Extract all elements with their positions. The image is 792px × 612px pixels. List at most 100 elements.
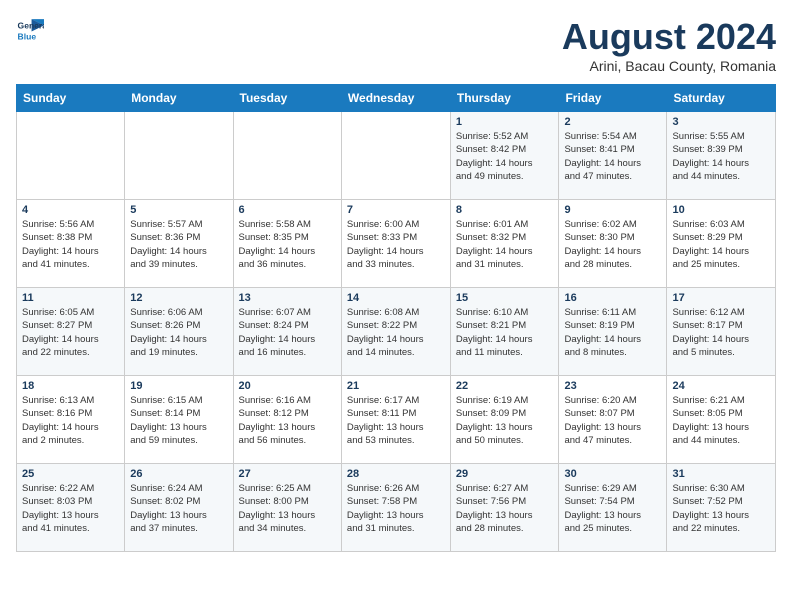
calendar-cell: 25Sunrise: 6:22 AM Sunset: 8:03 PM Dayli…	[17, 464, 125, 552]
day-info: Sunrise: 5:52 AM Sunset: 8:42 PM Dayligh…	[456, 130, 554, 183]
calendar-cell: 31Sunrise: 6:30 AM Sunset: 7:52 PM Dayli…	[667, 464, 776, 552]
week-row-3: 11 Sunrise: 6:05 AM Sunset: 8:27 PM Dayli…	[17, 288, 776, 376]
header-tuesday: Tuesday	[233, 85, 341, 112]
calendar-cell: 21 Sunrise: 6:17 AM Sunset: 8:11 PM Dayli…	[341, 376, 450, 464]
header-friday: Friday	[559, 85, 667, 112]
day-number: 8	[456, 204, 554, 216]
day-info: Sunrise: 6:08 AM Sunset: 8:22 PM Dayligh…	[347, 306, 445, 359]
day-info: Sunrise: 6:19 AM Sunset: 8:09 PM Dayligh…	[456, 394, 554, 447]
calendar-cell: 12 Sunrise: 6:06 AM Sunset: 8:26 PM Dayli…	[125, 288, 233, 376]
day-info: Sunrise: 6:06 AM Sunset: 8:26 PM Dayligh…	[130, 306, 227, 359]
calendar-cell: 1 Sunrise: 5:52 AM Sunset: 8:42 PM Daylig…	[450, 112, 559, 200]
day-number: 24	[672, 380, 770, 392]
week-row-4: 18 Sunrise: 6:13 AM Sunset: 8:16 PM Dayli…	[17, 376, 776, 464]
day-number: 17	[672, 292, 770, 304]
calendar-cell: 3Sunrise: 5:55 AM Sunset: 8:39 PM Daylig…	[667, 112, 776, 200]
calendar-cell	[341, 112, 450, 200]
day-number: 4	[22, 204, 119, 216]
svg-text:Blue: Blue	[18, 31, 37, 41]
calendar-cell: 11 Sunrise: 6:05 AM Sunset: 8:27 PM Dayli…	[17, 288, 125, 376]
day-info: Sunrise: 6:16 AM Sunset: 8:12 PM Dayligh…	[239, 394, 336, 447]
calendar-cell: 23 Sunrise: 6:20 AM Sunset: 8:07 PM Dayli…	[559, 376, 667, 464]
calendar-cell	[233, 112, 341, 200]
day-info: Sunrise: 5:57 AM Sunset: 8:36 PM Dayligh…	[130, 218, 227, 271]
calendar-cell: 22 Sunrise: 6:19 AM Sunset: 8:09 PM Dayli…	[450, 376, 559, 464]
day-info: Sunrise: 6:05 AM Sunset: 8:27 PM Dayligh…	[22, 306, 119, 359]
calendar-cell: 14 Sunrise: 6:08 AM Sunset: 8:22 PM Dayli…	[341, 288, 450, 376]
day-number: 2	[564, 116, 661, 128]
calendar-cell: 10 Sunrise: 6:03 AM Sunset: 8:29 PM Dayli…	[667, 200, 776, 288]
day-info: Sunrise: 6:10 AM Sunset: 8:21 PM Dayligh…	[456, 306, 554, 359]
day-info: Sunrise: 6:25 AM Sunset: 8:00 PM Dayligh…	[239, 482, 336, 535]
calendar-cell	[17, 112, 125, 200]
calendar-cell: 8 Sunrise: 6:01 AM Sunset: 8:32 PM Daylig…	[450, 200, 559, 288]
day-info: Sunrise: 6:02 AM Sunset: 8:30 PM Dayligh…	[564, 218, 661, 271]
calendar-cell: 5 Sunrise: 5:57 AM Sunset: 8:36 PM Daylig…	[125, 200, 233, 288]
day-number: 26	[130, 468, 227, 480]
header-monday: Monday	[125, 85, 233, 112]
day-number: 19	[130, 380, 227, 392]
day-info: Sunrise: 5:56 AM Sunset: 8:38 PM Dayligh…	[22, 218, 119, 271]
day-info: Sunrise: 6:17 AM Sunset: 8:11 PM Dayligh…	[347, 394, 445, 447]
day-number: 22	[456, 380, 554, 392]
calendar-cell: 6 Sunrise: 5:58 AM Sunset: 8:35 PM Daylig…	[233, 200, 341, 288]
day-number: 1	[456, 116, 554, 128]
day-number: 16	[564, 292, 661, 304]
day-number: 14	[347, 292, 445, 304]
day-number: 30	[564, 468, 661, 480]
day-number: 6	[239, 204, 336, 216]
calendar-cell: 29Sunrise: 6:27 AM Sunset: 7:56 PM Dayli…	[450, 464, 559, 552]
day-info: Sunrise: 6:26 AM Sunset: 7:58 PM Dayligh…	[347, 482, 445, 535]
day-info: Sunrise: 6:29 AM Sunset: 7:54 PM Dayligh…	[564, 482, 661, 535]
day-number: 10	[672, 204, 770, 216]
header-wednesday: Wednesday	[341, 85, 450, 112]
day-info: Sunrise: 6:20 AM Sunset: 8:07 PM Dayligh…	[564, 394, 661, 447]
header-sunday: Sunday	[17, 85, 125, 112]
day-info: Sunrise: 5:58 AM Sunset: 8:35 PM Dayligh…	[239, 218, 336, 271]
day-number: 21	[347, 380, 445, 392]
day-number: 5	[130, 204, 227, 216]
day-number: 7	[347, 204, 445, 216]
day-info: Sunrise: 6:24 AM Sunset: 8:02 PM Dayligh…	[130, 482, 227, 535]
day-info: Sunrise: 6:03 AM Sunset: 8:29 PM Dayligh…	[672, 218, 770, 271]
day-number: 13	[239, 292, 336, 304]
day-info: Sunrise: 6:00 AM Sunset: 8:33 PM Dayligh…	[347, 218, 445, 271]
calendar-cell	[125, 112, 233, 200]
calendar-cell: 26 Sunrise: 6:24 AM Sunset: 8:02 PM Dayli…	[125, 464, 233, 552]
day-info: Sunrise: 6:15 AM Sunset: 8:14 PM Dayligh…	[130, 394, 227, 447]
location: Arini, Bacau County, Romania	[562, 58, 776, 74]
week-row-1: 1 Sunrise: 5:52 AM Sunset: 8:42 PM Daylig…	[17, 112, 776, 200]
day-info: Sunrise: 5:55 AM Sunset: 8:39 PM Dayligh…	[672, 130, 770, 183]
day-info: Sunrise: 6:21 AM Sunset: 8:05 PM Dayligh…	[672, 394, 770, 447]
day-number: 18	[22, 380, 119, 392]
calendar-cell: 13 Sunrise: 6:07 AM Sunset: 8:24 PM Dayli…	[233, 288, 341, 376]
calendar-cell: 15 Sunrise: 6:10 AM Sunset: 8:21 PM Dayli…	[450, 288, 559, 376]
header-row: SundayMondayTuesdayWednesdayThursdayFrid…	[17, 85, 776, 112]
day-info: Sunrise: 5:54 AM Sunset: 8:41 PM Dayligh…	[564, 130, 661, 183]
calendar-cell: 24 Sunrise: 6:21 AM Sunset: 8:05 PM Dayli…	[667, 376, 776, 464]
day-number: 28	[347, 468, 445, 480]
logo-icon: General Blue	[16, 16, 44, 44]
day-info: Sunrise: 6:07 AM Sunset: 8:24 PM Dayligh…	[239, 306, 336, 359]
day-number: 9	[564, 204, 661, 216]
day-number: 12	[130, 292, 227, 304]
calendar-cell: 19 Sunrise: 6:15 AM Sunset: 8:14 PM Dayli…	[125, 376, 233, 464]
header-saturday: Saturday	[667, 85, 776, 112]
calendar-cell: 17Sunrise: 6:12 AM Sunset: 8:17 PM Dayli…	[667, 288, 776, 376]
day-info: Sunrise: 6:13 AM Sunset: 8:16 PM Dayligh…	[22, 394, 119, 447]
calendar-cell: 9 Sunrise: 6:02 AM Sunset: 8:30 PM Daylig…	[559, 200, 667, 288]
day-number: 15	[456, 292, 554, 304]
day-info: Sunrise: 6:01 AM Sunset: 8:32 PM Dayligh…	[456, 218, 554, 271]
month-title: August 2024	[562, 16, 776, 58]
day-number: 29	[456, 468, 554, 480]
week-row-5: 25Sunrise: 6:22 AM Sunset: 8:03 PM Dayli…	[17, 464, 776, 552]
page-header: General Blue August 2024 Arini, Bacau Co…	[16, 16, 776, 74]
day-info: Sunrise: 6:11 AM Sunset: 8:19 PM Dayligh…	[564, 306, 661, 359]
day-number: 20	[239, 380, 336, 392]
calendar-cell: 16 Sunrise: 6:11 AM Sunset: 8:19 PM Dayli…	[559, 288, 667, 376]
day-number: 23	[564, 380, 661, 392]
title-block: August 2024 Arini, Bacau County, Romania	[562, 16, 776, 74]
day-number: 11	[22, 292, 119, 304]
calendar-cell: 4 Sunrise: 5:56 AM Sunset: 8:38 PM Daylig…	[17, 200, 125, 288]
calendar-cell: 20 Sunrise: 6:16 AM Sunset: 8:12 PM Dayli…	[233, 376, 341, 464]
